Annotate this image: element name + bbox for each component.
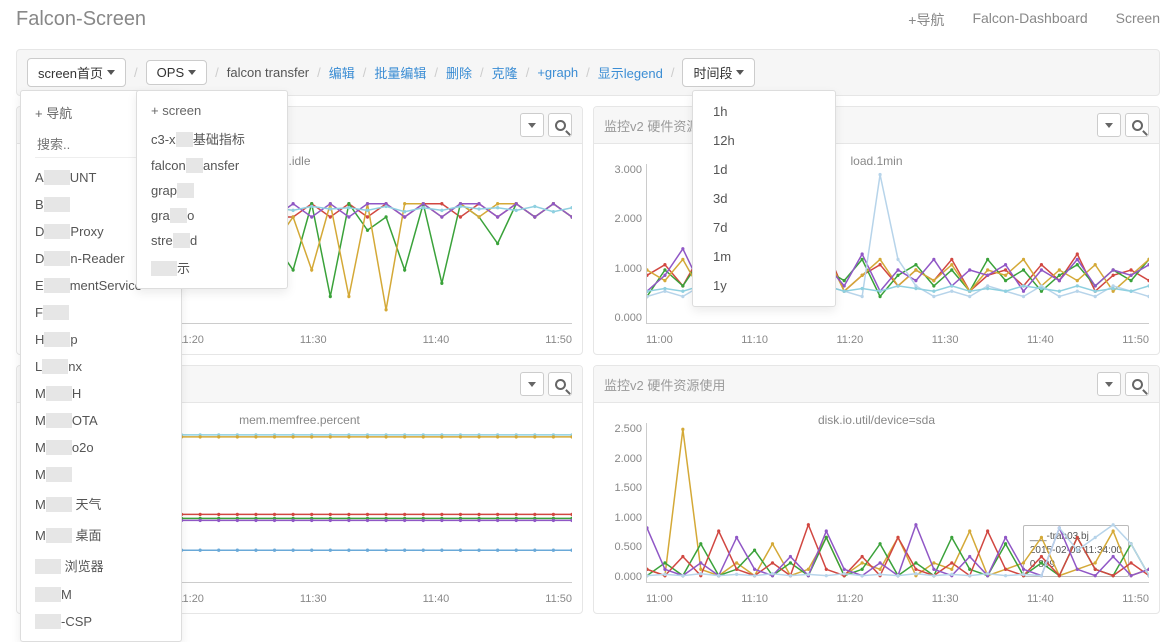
- zoom-button[interactable]: [1125, 113, 1149, 137]
- menu-item[interactable]: XXXM: [21, 581, 181, 608]
- brand: Falcon-Screen: [16, 8, 146, 31]
- menu-item[interactable]: MXXX: [21, 461, 181, 488]
- menu-item[interactable]: 1m: [693, 242, 835, 271]
- plus-graph-link[interactable]: +graph: [537, 65, 578, 80]
- menu-item[interactable]: LXXXnx: [21, 353, 181, 380]
- menu-item[interactable]: MXXX 天气: [21, 488, 181, 519]
- caret-icon: [1105, 382, 1113, 387]
- menu-item[interactable]: XXX示: [137, 253, 287, 282]
- nav-screen[interactable]: Screen: [1116, 10, 1160, 30]
- delete-link[interactable]: 删除: [446, 63, 472, 82]
- x-axis: 11:0011:1011:2011:3011:4011:50: [646, 593, 1149, 605]
- timerange-dropdown[interactable]: 时间段: [682, 58, 755, 87]
- panel-title: 监控v2 硬件资源使用: [604, 375, 725, 394]
- nav-dashboard[interactable]: Falcon-Dashboard: [972, 10, 1087, 30]
- edit-link[interactable]: 编辑: [329, 63, 355, 82]
- search-icon: [1132, 379, 1143, 390]
- ops-menu[interactable]: + screen c3-xXX基础指标falconXXansfergrapXXg…: [136, 90, 288, 289]
- menu-item[interactable]: 1h: [693, 97, 835, 126]
- menu-item[interactable]: XXX 浏览器: [21, 550, 181, 581]
- ops-dropdown[interactable]: OPS: [146, 60, 207, 85]
- zoom-button[interactable]: [548, 372, 572, 396]
- menu-item[interactable]: 7d: [693, 213, 835, 242]
- panel-disk-io: 监控v2 硬件资源使用 ___-tran03.bj2015-02-08 11:3…: [593, 365, 1160, 614]
- y-axis: 3.0002.0001.0000.000: [600, 164, 642, 324]
- panel-menu-button[interactable]: [1097, 372, 1121, 396]
- clone-link[interactable]: 克隆: [492, 63, 518, 82]
- toolbar: screen首页 / OPS / falcon transfer / 编辑 / …: [16, 49, 1160, 96]
- menu-item[interactable]: streXXd: [137, 228, 287, 253]
- menu-item[interactable]: FXXX: [21, 299, 181, 326]
- plot-area: [646, 423, 1149, 583]
- search-icon: [555, 120, 566, 131]
- menu-item[interactable]: HXXXp: [21, 326, 181, 353]
- menu-item[interactable]: 12h: [693, 126, 835, 155]
- menu-item[interactable]: MXXXo2o: [21, 434, 181, 461]
- topnav: +导航 Falcon-Dashboard Screen: [908, 10, 1160, 30]
- menu-item[interactable]: MXXXH: [21, 380, 181, 407]
- menu-item[interactable]: 3d: [693, 184, 835, 213]
- search-icon: [555, 379, 566, 390]
- caret-icon: [528, 382, 536, 387]
- menu-item[interactable]: c3-xXX基础指标: [137, 124, 287, 153]
- nav-addnav[interactable]: +导航: [908, 10, 944, 30]
- caret-icon: [736, 70, 744, 75]
- panel-title: 监控v2 硬件资源: [604, 116, 699, 135]
- menu-item[interactable]: grapXX: [137, 178, 287, 203]
- menu-item[interactable]: MXXX 桌面: [21, 519, 181, 550]
- menu-item[interactable]: 1y: [693, 271, 835, 300]
- zoom-button[interactable]: [1125, 372, 1149, 396]
- timerange-menu[interactable]: 1h12h1d3d7d1m1y: [692, 90, 836, 307]
- menu-item[interactable]: MXXXOTA: [21, 407, 181, 434]
- y-axis: 2.5002.0001.5001.0000.5000.000: [600, 423, 642, 583]
- panel-menu-button[interactable]: [520, 113, 544, 137]
- menu-item[interactable]: falconXXansfer: [137, 153, 287, 178]
- breadcrumb-current: falcon transfer: [227, 65, 309, 80]
- caret-icon: [188, 70, 196, 75]
- menu-item[interactable]: 1d: [693, 155, 835, 184]
- bulk-edit-link[interactable]: 批量编辑: [374, 63, 426, 82]
- show-legend-link[interactable]: 显示legend: [598, 63, 663, 82]
- search-icon: [1132, 120, 1143, 131]
- panel-menu-button[interactable]: [520, 372, 544, 396]
- zoom-button[interactable]: [548, 113, 572, 137]
- x-axis: 11:0011:1011:2011:3011:4011:50: [646, 334, 1149, 346]
- menu-header: + screen: [137, 97, 287, 124]
- menu-item[interactable]: XXX-CSP: [21, 608, 181, 635]
- caret-icon: [1105, 123, 1113, 128]
- panel-load: 监控v2 硬件资源 load.1min3.0002.0001.0000.0001…: [593, 106, 1160, 355]
- caret-icon: [107, 70, 115, 75]
- menu-item[interactable]: graXXo: [137, 203, 287, 228]
- caret-icon: [528, 123, 536, 128]
- panel-menu-button[interactable]: [1097, 113, 1121, 137]
- screen-home-dropdown[interactable]: screen首页: [27, 58, 126, 87]
